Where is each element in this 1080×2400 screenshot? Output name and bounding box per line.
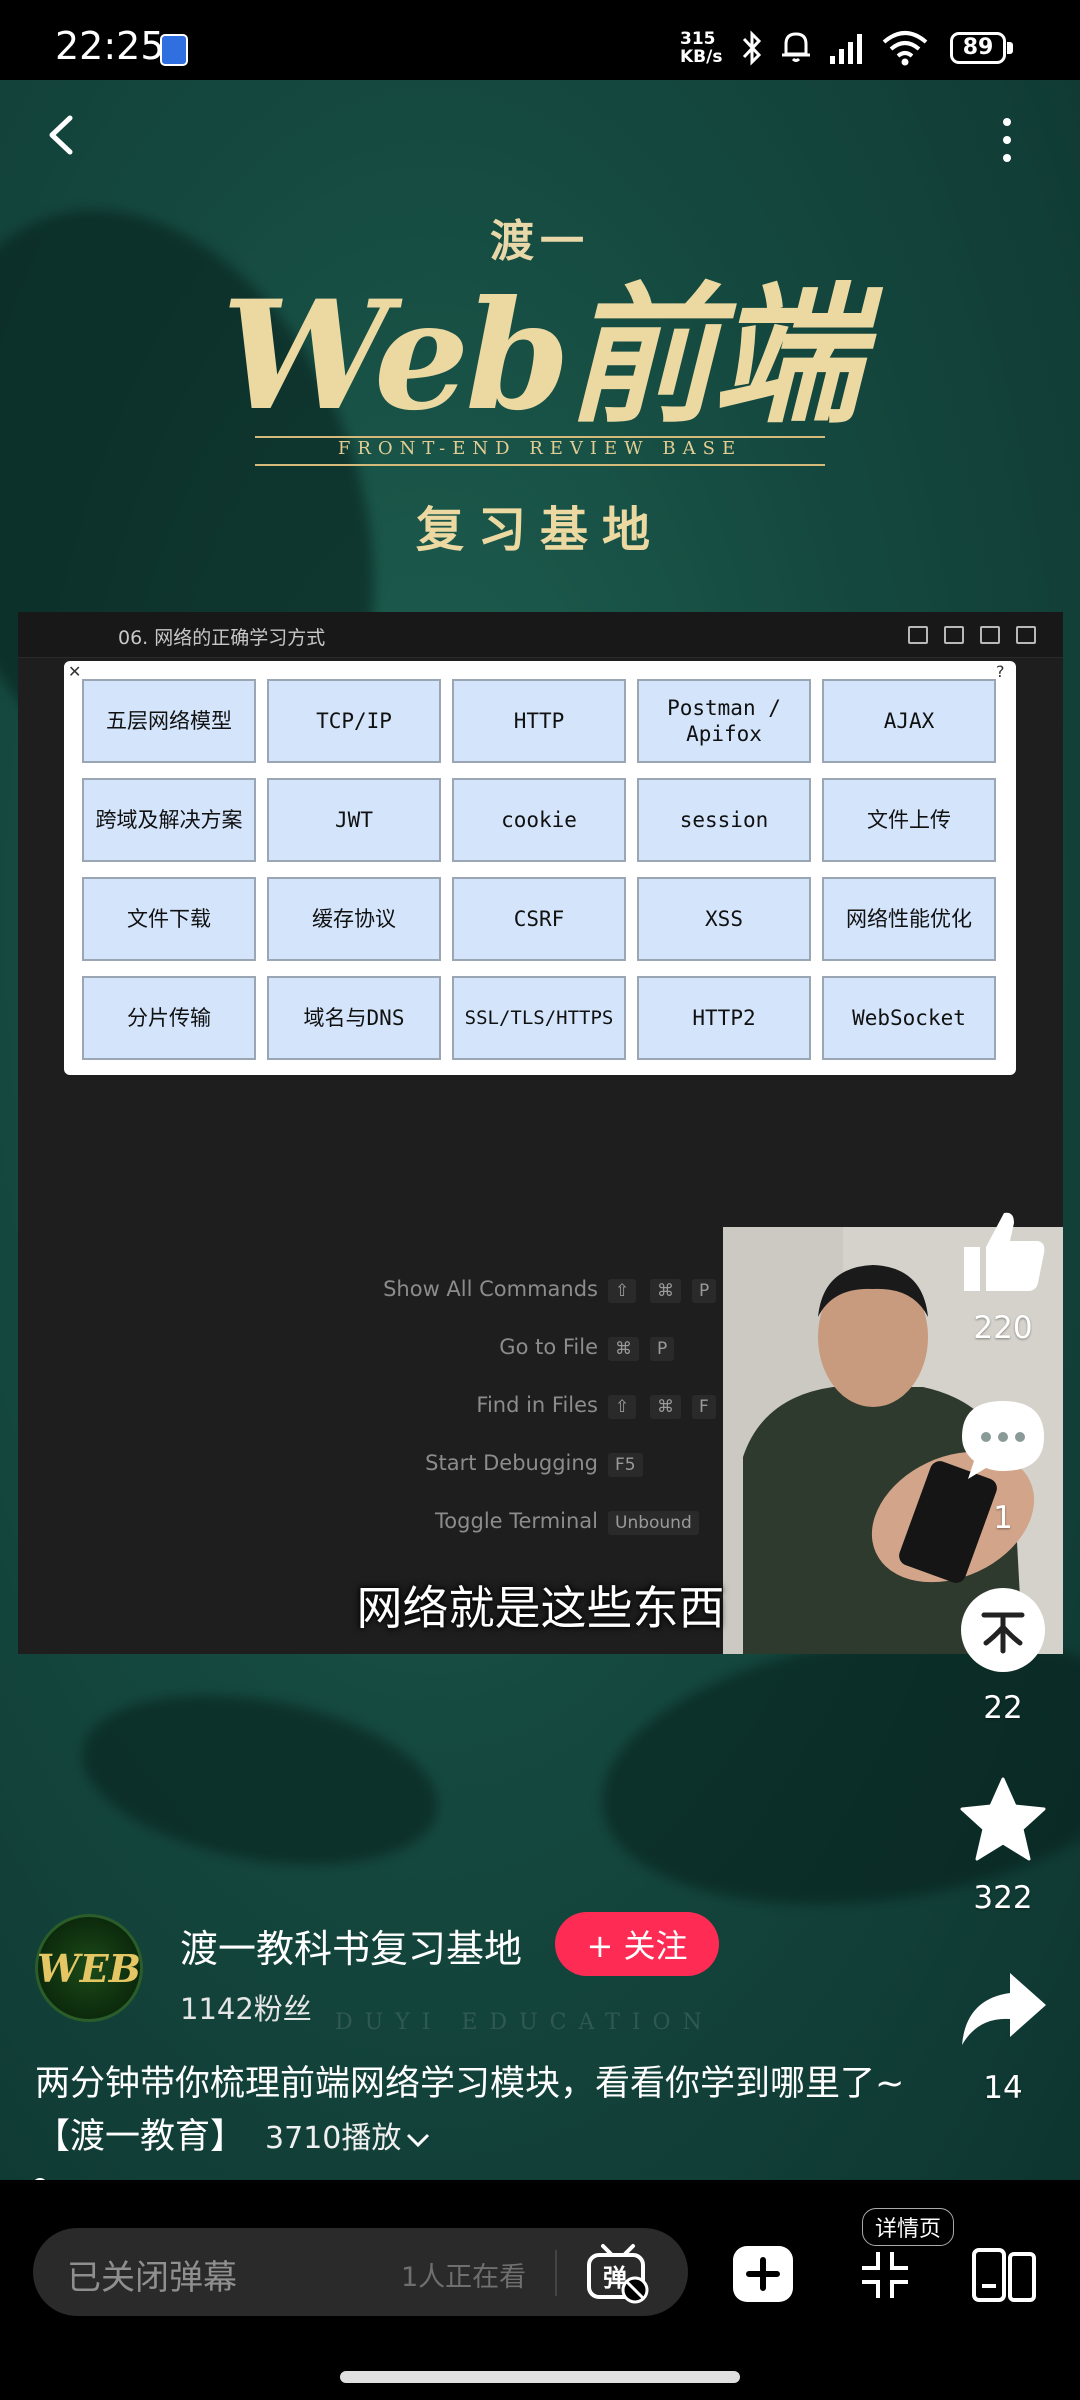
key-hint: ⇧ <box>608 1395 637 1419</box>
topic-cell: session <box>637 778 811 862</box>
description-text: 两分钟带你梳理前端网络学习模块，看看你学到哪里了~【渡一教育】 <box>35 2064 905 2157</box>
comment-placeholder: 已关闭弹幕 <box>67 2258 237 2298</box>
share-arrow-icon[interactable] <box>958 1965 1048 2055</box>
signal-icon <box>830 34 862 64</box>
command-label: Toggle Terminal <box>435 1509 598 1533</box>
topic-grid: 五层网络模型 TCP/IP HTTP Postman / Apifox AJAX… <box>82 679 996 1060</box>
net-speed: 315 KB/s <box>680 30 722 66</box>
like-icon[interactable] <box>958 1205 1048 1295</box>
topic-cell: 域名与DNS <box>267 976 441 1060</box>
key-hint: ⌘ <box>608 1337 639 1361</box>
status-bar: 22:25 315 KB/s 89 <box>0 0 1080 80</box>
command-label: Start Debugging <box>425 1451 598 1475</box>
topic-cell: AJAX <box>822 679 996 763</box>
net-speed-unit: KB/s <box>680 47 723 67</box>
topic-cell: 五层网络模型 <box>82 679 256 763</box>
topic-cell: JWT <box>267 778 441 862</box>
topic-cell: XSS <box>637 877 811 961</box>
key-hint: F <box>692 1395 716 1419</box>
key-hint: ⇧ <box>608 1279 637 1303</box>
like-count: 220 <box>973 1310 1033 1346</box>
topic-cell: HTTP <box>452 679 626 763</box>
key-hint: F5 <box>608 1453 643 1477</box>
screen-recording: 06. 网络的正确学习方式 ✕ ? 五层网络模型 TCP/IP HTTP Pos… <box>18 612 1063 1654</box>
danmaku-toggle-icon[interactable]: 弹 <box>585 2242 651 2304</box>
comment-icon[interactable] <box>958 1395 1048 1485</box>
key-hint: P <box>692 1279 717 1303</box>
detail-page-tag[interactable]: 详情页 <box>862 2208 955 2246</box>
layout-panel-icon <box>944 626 964 644</box>
author-avatar[interactable]: WEB <box>35 1914 143 2022</box>
topic-cell: 文件下载 <box>82 877 256 961</box>
follow-button[interactable]: + 关注 <box>555 1912 719 1976</box>
play-count[interactable]: 3710播放 <box>265 2121 431 2156</box>
help-icon: ? <box>996 662 1005 681</box>
status-time: 22:25 <box>55 24 165 68</box>
favorite-count: 322 <box>973 1880 1033 1916</box>
video-description[interactable]: 两分钟带你梳理前端网络学习模块，看看你学到哪里了~【渡一教育】 3710播放 <box>35 2058 935 2165</box>
brand-bottom: 复习基地 <box>415 502 664 558</box>
chevron-down-icon <box>407 2133 430 2147</box>
app-notification-icon <box>160 34 188 66</box>
topic-cell: TCP/IP <box>267 679 441 763</box>
video-subtitle: 网络就是这些东西 <box>356 1581 725 1635</box>
watching-count: 1人正在看 <box>401 2262 527 2293</box>
layout-custom-icon <box>1016 626 1036 644</box>
topic-cell: HTTP2 <box>637 976 811 1060</box>
battery-tip <box>1007 42 1013 54</box>
key-hint: ⌘ <box>650 1279 681 1303</box>
topic-cell: CSRF <box>452 877 626 961</box>
bell-icon <box>782 32 810 62</box>
exit-fullscreen-icon[interactable] <box>858 2248 912 2302</box>
topic-cell: Postman / Apifox <box>637 679 811 763</box>
editor-tab-bar: 06. 网络的正确学习方式 <box>18 612 1063 658</box>
layout-split-icon <box>980 626 1000 644</box>
share-count: 14 <box>983 2070 1023 2106</box>
layout-sidebar-icon <box>908 626 928 644</box>
video-watermark: DUYI EDUCATION <box>335 2010 714 2035</box>
author-name[interactable]: 渡一教科书复习基地 <box>180 1918 522 1973</box>
more-options-icon[interactable] <box>1000 115 1014 165</box>
wifi-icon <box>882 31 928 66</box>
back-arrow-icon[interactable] <box>38 110 88 160</box>
topic-cell: cookie <box>452 778 626 862</box>
command-label: Go to File <box>499 1335 598 1359</box>
topic-cell: 文件上传 <box>822 778 996 862</box>
brand-subtitle: FRONT-END REVIEW BASE <box>337 438 743 459</box>
battery-icon: 89 <box>950 32 1006 64</box>
bluetooth-icon <box>742 30 762 66</box>
add-button[interactable] <box>733 2246 793 2302</box>
plus-icon <box>746 2257 780 2291</box>
key-hint: Unbound <box>608 1511 699 1535</box>
net-speed-value: 315 <box>680 29 716 49</box>
key-hint: P <box>650 1337 675 1361</box>
topic-cell: WebSocket <box>822 976 996 1060</box>
command-label: Show All Commands <box>383 1277 598 1301</box>
topic-cell: 跨域及解决方案 <box>82 778 256 862</box>
fan-count: 1142粉丝 <box>180 1992 312 2026</box>
command-label: Find in Files <box>476 1393 598 1417</box>
topic-cell: 分片传输 <box>82 976 256 1060</box>
input-divider <box>555 2250 557 2296</box>
detail-page-icon[interactable] <box>970 2246 1038 2304</box>
play-count-label: 3710播放 <box>265 2121 402 2156</box>
comment-count: 1 <box>993 1500 1013 1536</box>
home-indicator[interactable] <box>340 2371 740 2383</box>
close-icon: ✕ <box>68 662 82 681</box>
topic-panel: ✕ ? 五层网络模型 TCP/IP HTTP Postman / Apifox … <box>64 661 1016 1075</box>
favorite-star-icon[interactable] <box>958 1775 1048 1865</box>
coin-count: 22 <box>983 1690 1023 1726</box>
editor-tab-title: 06. 网络的正确学习方式 <box>118 627 326 649</box>
topic-cell: 缓存协议 <box>267 877 441 961</box>
topic-cell: SSL/TLS/HTTPS <box>452 976 626 1060</box>
key-hint: ⌘ <box>650 1395 681 1419</box>
coin-icon[interactable] <box>958 1585 1048 1675</box>
brand-main: Web前端 <box>221 268 863 444</box>
topic-cell: 网络性能优化 <box>822 877 996 961</box>
